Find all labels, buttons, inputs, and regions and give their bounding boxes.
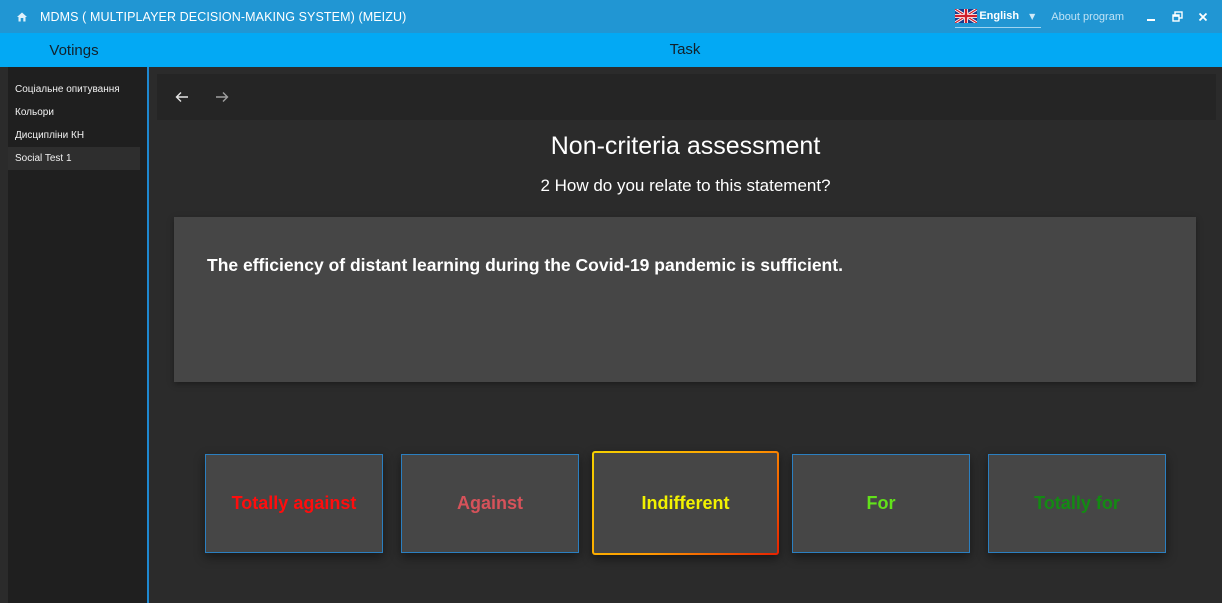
close-button[interactable] (1190, 0, 1216, 33)
app-icon (15, 10, 29, 24)
language-selector[interactable]: English ▼ (954, 6, 1042, 28)
statement-card: The efficiency of distant learning durin… (174, 217, 1196, 382)
page-title: Non-criteria assessment (550, 132, 821, 160)
option-indifferent-button[interactable]: Indifferent (592, 451, 779, 555)
question-text: 2 How do you relate to this statement? (540, 176, 831, 195)
option-totally-against-button[interactable]: Totally against (205, 454, 383, 553)
minimize-button[interactable] (1138, 0, 1164, 33)
votings-sidebar: Соціальне опитування Кольори Дисципліни … (8, 67, 148, 603)
option-for-button[interactable]: For (792, 454, 970, 553)
statement-text: The efficiency of distant learning durin… (207, 255, 843, 275)
language-label: English (979, 10, 1020, 22)
option-label: For (866, 493, 896, 513)
about-program-link[interactable]: About program (1051, 11, 1124, 23)
window-title: MDMS ( MULTIPLAYER DECISION-MAKING SYSTE… (40, 9, 407, 24)
sidebar-item-social-test-1[interactable]: Social Test 1 (8, 147, 140, 170)
restore-icon (1171, 11, 1183, 22)
option-label: Indifferent (641, 492, 730, 513)
restore-button[interactable] (1164, 0, 1190, 33)
title-bar: MDMS ( MULTIPLAYER DECISION-MAKING SYSTE… (0, 0, 1222, 33)
back-button[interactable] (169, 84, 195, 110)
option-label: Against (456, 493, 523, 513)
close-icon (1198, 12, 1208, 21)
votings-header: Votings (49, 41, 99, 59)
sidebar-item-label: Кольори (15, 107, 54, 118)
option-label: Totally against (231, 493, 357, 513)
chevron-down-icon: ▼ (1029, 11, 1036, 21)
sidebar-item-label: Дисципліни КН (15, 130, 85, 141)
sidebar-item-social-survey[interactable]: Соціальне опитування (8, 78, 140, 101)
sidebar-item-label: Соціальне опитування (15, 84, 120, 95)
navigation-bar (157, 74, 1216, 120)
arrow-right-icon (216, 92, 229, 102)
option-totally-for-button[interactable]: Totally for (988, 454, 1166, 553)
forward-button[interactable] (209, 84, 235, 110)
sidebar-item-disciplines[interactable]: Дисципліни КН (8, 124, 140, 147)
option-against-button[interactable]: Against (401, 454, 579, 553)
option-label: Totally for (1034, 493, 1120, 513)
task-header: Task (669, 41, 701, 58)
section-header: Votings Task (0, 33, 1222, 67)
sidebar-item-label: Social Test 1 (15, 153, 72, 164)
uk-flag-icon (954, 7, 979, 25)
arrow-left-icon (175, 92, 188, 102)
sidebar-item-colors[interactable]: Кольори (8, 101, 140, 124)
minimize-icon (1147, 18, 1155, 21)
